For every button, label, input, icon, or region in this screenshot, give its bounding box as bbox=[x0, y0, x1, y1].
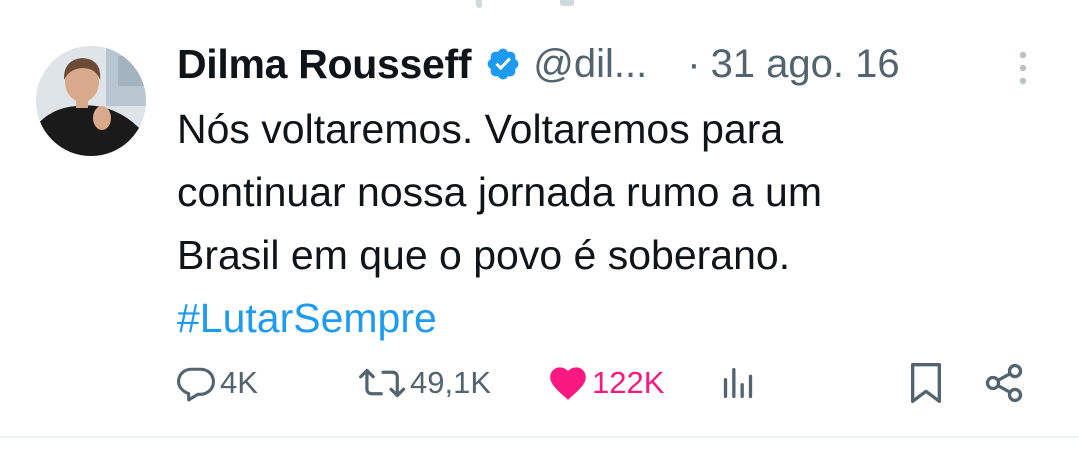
tweet-text-line: Nós voltaremos. Voltaremos para bbox=[177, 106, 784, 152]
like-button[interactable]: 122K bbox=[546, 355, 664, 411]
heart-filled-icon bbox=[550, 367, 586, 400]
author-name[interactable]: Dilma Rousseff bbox=[177, 41, 472, 88]
views-button[interactable] bbox=[718, 355, 758, 411]
reply-icon bbox=[177, 367, 215, 402]
tweet-actions: 4K 49,1K 122K bbox=[174, 355, 1034, 411]
tweet-header: Dilma Rousseff @dil... · 31 ago. 16 bbox=[177, 38, 1047, 90]
author-handle[interactable]: @dil... bbox=[533, 42, 647, 87]
tweet-text-line: continuar nossa jornada rumo a um bbox=[177, 169, 822, 215]
bookmark-button[interactable] bbox=[906, 355, 946, 411]
tweet-text-line: Brasil em que o povo é soberano. bbox=[177, 232, 791, 278]
bookmark-icon bbox=[911, 363, 941, 404]
retweet-button[interactable]: 49,1K bbox=[358, 355, 491, 411]
share-button[interactable] bbox=[982, 355, 1026, 411]
views-icon bbox=[723, 368, 753, 398]
retweet-count: 49,1K bbox=[410, 365, 492, 400]
more-options-icon[interactable] bbox=[1012, 48, 1034, 88]
retweet-icon bbox=[359, 368, 406, 398]
verified-badge-icon bbox=[485, 46, 521, 82]
like-count: 122K bbox=[592, 365, 665, 400]
reply-count: 4K bbox=[220, 365, 258, 400]
separator-dot: · bbox=[687, 41, 701, 86]
avatar[interactable] bbox=[36, 46, 146, 156]
share-icon bbox=[985, 363, 1023, 403]
hashtag-link[interactable]: #LutarSempre bbox=[177, 287, 1037, 350]
tweet-text: Nós voltaremos. Voltaremos para continua… bbox=[177, 98, 1037, 350]
thread-connector bbox=[476, 0, 482, 8]
tweet-date[interactable]: 31 ago. 16 bbox=[711, 42, 900, 87]
thread-connector-tail bbox=[560, 0, 574, 6]
reply-button[interactable]: 4K bbox=[174, 355, 258, 411]
tweet-divider bbox=[0, 436, 1079, 438]
